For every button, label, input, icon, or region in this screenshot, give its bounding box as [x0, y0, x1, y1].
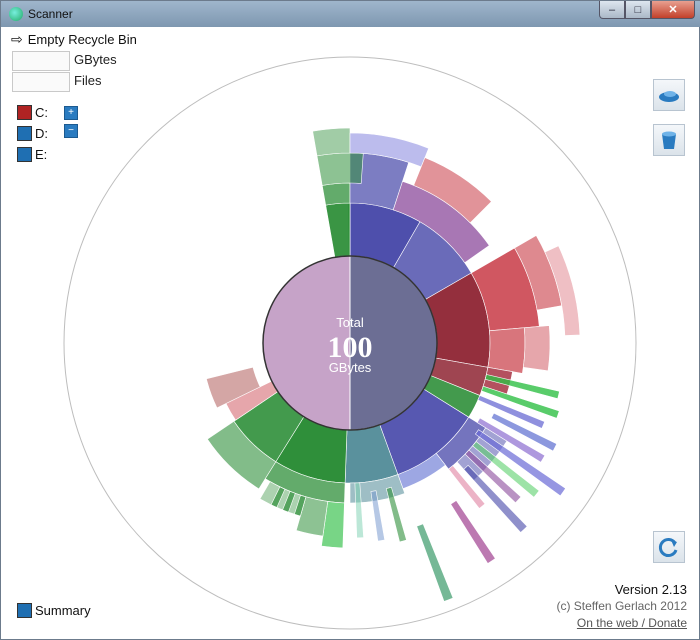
files-field	[12, 72, 70, 92]
center-caption: Total	[336, 315, 364, 330]
version-text: Version 2.13	[614, 582, 687, 597]
scanner-app-icon	[9, 7, 23, 21]
summary-button[interactable]: Summary	[17, 603, 91, 618]
arrow-right-icon: ⇨	[11, 31, 23, 47]
version-info: Version 2.13 (c) Steffen Gerlach 2012 On…	[556, 581, 687, 632]
minimize-button[interactable]: –	[599, 1, 625, 19]
client-area: Total 100 GBytes ⇨ Empty Recycle Bin GBy…	[7, 27, 695, 635]
copyright-text: (c) Steffen Gerlach 2012	[556, 599, 687, 613]
files-label: Files	[74, 73, 102, 88]
recycle-bin-button[interactable]	[653, 79, 685, 111]
empty-recycle-bin-button[interactable]: ⇨ Empty Recycle Bin	[11, 31, 137, 48]
summary-icon	[17, 603, 32, 618]
close-button[interactable]: ✕	[651, 1, 695, 19]
window-controls: – □ ✕	[599, 1, 695, 20]
expand-button[interactable]: +	[64, 106, 78, 120]
window-title: Scanner	[28, 7, 73, 21]
delete-bin-button[interactable]	[653, 124, 685, 156]
sunburst-chart[interactable]: Total 100 GBytes	[7, 27, 695, 635]
summary-label: Summary	[35, 603, 91, 618]
title-bar[interactable]: Scanner – □ ✕	[1, 1, 700, 27]
refresh-button[interactable]	[653, 531, 685, 563]
recycle-bin-icon	[659, 91, 679, 102]
drive-e-color-icon	[17, 147, 32, 162]
drive-c-color-icon	[17, 105, 32, 120]
drive-d-label: D:	[35, 126, 48, 141]
web-donate-link[interactable]: On the web / Donate	[556, 615, 687, 632]
scanner-window: Scanner – □ ✕ Total 100 GBytes ⇨ Empty R…	[0, 0, 700, 640]
refresh-icon	[658, 538, 678, 557]
drive-c[interactable]: C:	[17, 105, 48, 120]
drive-e[interactable]: E:	[17, 147, 47, 162]
empty-recycle-bin-label: Empty Recycle Bin	[27, 32, 137, 47]
folder-arc[interactable]	[522, 325, 551, 372]
drive-c-label: C:	[35, 105, 48, 120]
drive-e-label: E:	[35, 147, 48, 162]
gbytes-label: GBytes	[74, 52, 117, 67]
delete-bin-icon	[662, 131, 676, 149]
folder-arc[interactable]	[316, 152, 364, 186]
drive-d-color-icon	[17, 126, 32, 141]
collapse-button[interactable]: −	[64, 124, 78, 138]
drive-d[interactable]: D:	[17, 126, 48, 141]
folder-arc[interactable]	[321, 182, 351, 206]
folder-arc[interactable]	[312, 127, 351, 157]
center-unit: GBytes	[329, 360, 372, 375]
folder-arc[interactable]	[487, 327, 526, 374]
gbytes-field	[12, 51, 70, 71]
maximize-button[interactable]: □	[625, 1, 651, 19]
